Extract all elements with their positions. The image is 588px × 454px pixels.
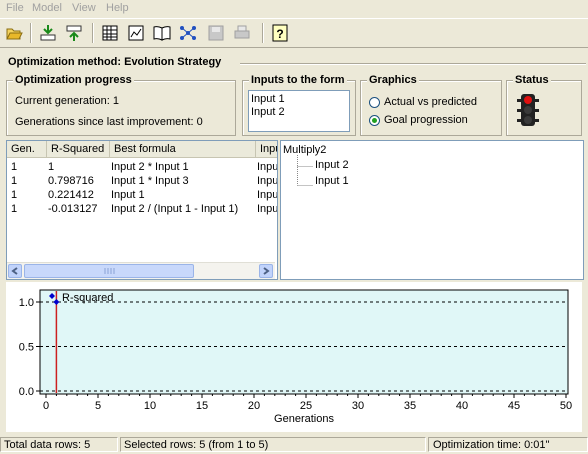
group-title: Optimization progress (13, 74, 134, 86)
menu-model[interactable]: Model (32, 2, 62, 14)
x-tick-label: 30 (352, 400, 364, 412)
inputs-listbox[interactable]: Input 1 Input 2 (248, 90, 350, 132)
chart-svg: 0.0 0.5 1.0 0 5 10 15 20 25 30 35 40 45 50 Generations… (19, 289, 572, 425)
tree-node[interactable]: Input 2 (315, 159, 349, 171)
scroll-thumb[interactable] (24, 264, 194, 278)
x-tick-label: 5 (95, 400, 101, 412)
legend-label: R-squared (62, 292, 113, 304)
cell: 1 (11, 161, 18, 173)
group-title: Status (513, 74, 551, 86)
divider (240, 63, 586, 65)
cell: Inpu (257, 175, 278, 187)
x-tick-label: 15 (196, 400, 208, 412)
toolbar: ? (0, 18, 588, 48)
column-header[interactable]: Inpu (256, 141, 277, 158)
optimization-method-title: Optimization method: Evolution Strategy (8, 56, 222, 68)
current-generation: Current generation: 1 (15, 95, 119, 107)
x-tick-label: 20 (248, 400, 260, 412)
cell: Input 2 / (Input 1 - Input 1) (111, 203, 239, 215)
scroll-left-icon[interactable] (8, 264, 22, 278)
results-table[interactable]: Gen. R-Squared Best formula Inpu 1 1 Inp… (6, 140, 278, 280)
cell: Input 1 * Input 3 (111, 175, 189, 187)
x-tick-label: 40 (456, 400, 468, 412)
cell: Inpu (257, 161, 278, 173)
column-header[interactable]: Best formula (110, 141, 256, 158)
x-tick-label: 0 (43, 400, 49, 412)
svg-text:?: ? (276, 27, 283, 41)
formula-tree[interactable]: Multiply2 Input 2 Input 1 (280, 140, 584, 280)
cell: 0.798716 (48, 175, 94, 187)
total-data-rows: Total data rows: 5 (0, 437, 118, 452)
menu-view[interactable]: View (72, 2, 96, 14)
selected-rows: Selected rows: 5 (from 1 to 5) (120, 437, 426, 452)
group-title: Inputs to the form (249, 74, 347, 86)
status-bar: Total data rows: 5 Selected rows: 5 (fro… (0, 436, 588, 454)
horizontal-scrollbar[interactable] (7, 262, 275, 279)
radio-label: Goal progression (384, 114, 468, 126)
dataset-icon[interactable] (126, 23, 146, 43)
cell: 0.221412 (48, 189, 94, 201)
x-tick-label: 50 (560, 400, 572, 412)
x-tick-label: 45 (508, 400, 520, 412)
plot-area (39, 289, 569, 395)
menu-help[interactable]: Help (106, 2, 129, 14)
menu-file[interactable]: File (6, 2, 24, 14)
inputs-group: Inputs to the form Input 1 Input 2 (242, 74, 356, 136)
cell: 1 (48, 161, 55, 173)
help-icon[interactable]: ? (270, 23, 290, 43)
column-header[interactable]: R-Squared (47, 141, 110, 158)
column-header[interactable]: Gen. (7, 141, 47, 158)
x-tick-label: 10 (144, 400, 156, 412)
cell: 1 (11, 203, 18, 215)
cell: Input 1 (111, 189, 145, 201)
toolbar-separator (262, 23, 264, 43)
optimization-time: Optimization time: 0:01" (428, 437, 588, 452)
x-tick-label: 35 (404, 400, 416, 412)
toolbar-separator (30, 23, 32, 43)
y-tick-label: 0.5 (19, 342, 34, 354)
network-icon[interactable] (178, 23, 198, 43)
status-group: Status (506, 74, 582, 136)
cell: Inpu (257, 203, 278, 215)
list-item[interactable]: Input 2 (251, 106, 285, 118)
table-icon[interactable] (100, 23, 120, 43)
y-tick-label: 1.0 (19, 297, 34, 309)
cell: -0.013127 (48, 203, 98, 215)
cell: 1 (11, 175, 18, 187)
import-icon[interactable] (38, 23, 58, 43)
cell: 1 (11, 189, 18, 201)
x-axis-label: Generations (274, 413, 334, 425)
book-icon[interactable] (152, 23, 172, 43)
cell: Input 2 * Input 1 (111, 161, 189, 173)
optimization-progress-group: Optimization progress Current generation… (6, 74, 236, 136)
tree-lines (297, 155, 313, 186)
scroll-right-icon[interactable] (259, 264, 273, 278)
cell: Inpu (257, 189, 278, 201)
tree-node[interactable]: Input 1 (315, 175, 349, 187)
save-icon[interactable] (206, 23, 226, 43)
group-title: Graphics (367, 74, 419, 86)
traffic-light-icon (516, 93, 540, 130)
radio-actual-vs-predicted[interactable] (369, 97, 380, 108)
radio-goal-progression[interactable] (369, 115, 380, 126)
goal-progression-chart: 0.0 0.5 1.0 0 5 10 15 20 25 30 35 40 45 50 Generations… (6, 282, 582, 432)
graphics-group: Graphics Actual vs predicted Goal progre… (360, 74, 502, 136)
x-tick-label: 25 (300, 400, 312, 412)
list-item[interactable]: Input 1 (251, 93, 285, 105)
radio-label: Actual vs predicted (384, 96, 477, 108)
toolbar-separator (92, 23, 94, 43)
y-tick-label: 0.0 (19, 386, 34, 398)
print-icon[interactable] (232, 23, 252, 43)
export-icon[interactable] (64, 23, 84, 43)
menu-bar: File Model View Help (0, 0, 588, 18)
open-icon[interactable] (4, 23, 24, 43)
generations-since-improvement: Generations since last improvement: 0 (15, 116, 203, 128)
